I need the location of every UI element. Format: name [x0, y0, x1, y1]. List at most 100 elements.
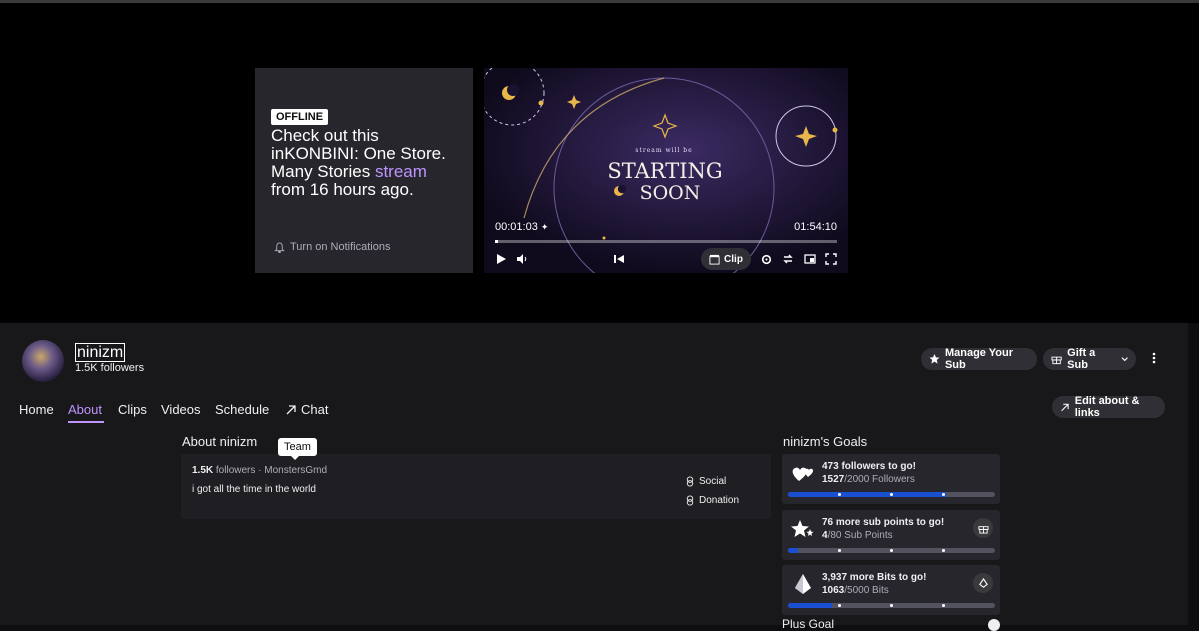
goal-progress-bar — [788, 603, 995, 608]
goal-milestone-dot — [838, 549, 842, 552]
tab-chat[interactable]: Chat — [285, 402, 328, 417]
channel-followers: 1.5K followers — [75, 362, 145, 374]
fullscreen-button[interactable] — [823, 251, 839, 267]
skip-back-icon — [614, 255, 624, 263]
settings-button[interactable] — [758, 251, 774, 267]
goal-progress-text: 1527/2000 Followers — [822, 474, 915, 485]
channel-name[interactable]: ninizm — [75, 343, 126, 362]
about-followers-word: followers — [215, 465, 256, 476]
hearts-icon — [792, 467, 814, 481]
bell-icon — [274, 241, 285, 253]
goal-progress-fill — [788, 603, 832, 608]
volume-button[interactable] — [514, 251, 530, 267]
donation-link-label: Donation — [699, 495, 740, 506]
goal-headline: 3,937 more Bits to go! — [822, 572, 927, 583]
offline-message: Check out this inKONBINI: One Store. Man… — [271, 127, 461, 199]
channel-avatar[interactable] — [22, 340, 64, 382]
theatre-icon — [804, 254, 816, 264]
star-icon — [929, 353, 940, 364]
goal-milestone-dot — [890, 549, 893, 552]
goal-progress-text: 1063/5000 Bits — [822, 585, 889, 596]
gift-sub-label: Gift a Sub — [1067, 347, 1096, 371]
duration-time: 01:54:10 — [794, 221, 837, 233]
bits-gem-icon — [978, 577, 988, 588]
video-player[interactable]: stream will be STARTING SOON 00:01:03 ✦ … — [484, 68, 848, 273]
goal-progress-text: 4/80 Sub Points — [822, 530, 893, 541]
offline-badge: OFFLINE — [271, 109, 329, 125]
theatre-mode-button[interactable] — [802, 251, 818, 267]
more-vertical-icon — [1152, 352, 1156, 364]
social-link-label: Social — [699, 476, 727, 487]
thumb-line-1: STARTING — [607, 159, 722, 183]
edit-about-label: Edit about & links — [1074, 395, 1140, 419]
donation-link[interactable]: Donation — [686, 495, 739, 506]
offline-card: OFFLINE Check out this inKONBINI: One St… — [255, 68, 473, 273]
goal-progress-fill — [788, 548, 799, 553]
team-tooltip: Team — [278, 438, 317, 460]
gift-icon — [1051, 356, 1062, 365]
tab-videos[interactable]: Videos — [161, 402, 201, 417]
tab-chat-label: Chat — [301, 402, 329, 417]
tab-about[interactable]: About — [68, 402, 102, 417]
fullscreen-icon — [825, 253, 837, 265]
gift-sub-goal-button[interactable] — [973, 518, 993, 538]
play-button[interactable] — [493, 251, 509, 267]
goal-card-bits: 3,937 more Bits to go! 1063/5000 Bits — [782, 565, 1000, 615]
goal-headline: 76 more sub points to go! — [822, 517, 945, 528]
stars-icon — [791, 520, 814, 537]
link-icon — [686, 495, 694, 506]
goal-milestone-dot — [838, 604, 842, 607]
goals-title: ninizm's Goals — [783, 434, 868, 449]
clapperboard-icon — [709, 254, 720, 265]
goal-milestone-dot — [941, 549, 945, 552]
about-title: About ninizm — [182, 434, 258, 449]
about-stats: 1.5K followers · MonstersGmd — [192, 465, 327, 476]
goal-card-followers: 473 followers to go! 1527/2000 Followers — [782, 454, 1000, 504]
tab-clips[interactable]: Clips — [118, 402, 147, 417]
turn-on-notifications-button[interactable]: Turn on Notifications — [274, 241, 390, 253]
clip-button[interactable]: Clip — [701, 248, 751, 270]
play-icon — [497, 254, 506, 264]
thumb-line-2: SOON — [640, 182, 701, 204]
gift-icon — [977, 525, 989, 534]
about-separator: · — [258, 465, 262, 476]
more-options-button[interactable] — [1146, 350, 1162, 366]
edit-about-button[interactable]: Edit about & links — [1052, 395, 1165, 419]
tab-home[interactable]: Home — [19, 402, 54, 417]
active-tab-indicator — [68, 421, 104, 423]
chevron-down-icon — [1121, 357, 1128, 362]
plus-goal-title: Plus Goal — [782, 617, 835, 631]
goal-progress-bar — [788, 492, 995, 497]
goal-milestone-dot — [890, 604, 893, 607]
offline-message-time: from 16 hours ago. — [271, 180, 414, 199]
goal-card-subs: 76 more sub points to go! 4/80 Sub Point… — [782, 510, 1000, 560]
gift-sub-button[interactable]: Gift a Sub — [1043, 347, 1136, 371]
goal-milestone-dot — [941, 604, 945, 607]
elapsed-time: 00:01:03 ✦ — [495, 221, 549, 233]
about-panel: 1.5K followers · MonstersGmd i got all t… — [181, 454, 771, 519]
about-team-link[interactable]: MonstersGmd — [264, 465, 327, 476]
manage-sub-label: Manage Your Sub — [944, 347, 1014, 371]
external-arrow-icon — [1061, 403, 1069, 411]
mini-player-button[interactable] — [780, 251, 796, 267]
bits-gem-icon — [795, 574, 811, 594]
goal-progress-fill — [788, 492, 947, 497]
thumb-small-text: stream will be — [635, 147, 692, 154]
about-bio: i got all the time in the world — [192, 484, 316, 495]
previous-button[interactable] — [611, 251, 627, 267]
volume-icon — [517, 254, 527, 264]
manage-sub-button[interactable]: Manage Your Sub — [921, 347, 1037, 371]
link-icon — [686, 476, 694, 487]
goal-milestone-dot — [890, 493, 893, 496]
cheer-bits-button[interactable] — [973, 573, 993, 593]
offline-stream-link[interactable]: stream — [375, 162, 427, 181]
goal-headline: 473 followers to go! — [822, 461, 916, 472]
seek-bar-fill — [495, 240, 499, 243]
player-controls: Clip — [484, 248, 848, 270]
tab-schedule[interactable]: Schedule — [215, 402, 269, 417]
social-link[interactable]: Social — [686, 476, 726, 487]
goal-milestone-dot — [941, 493, 945, 496]
seek-bar[interactable] — [495, 240, 837, 243]
plus-goal-info-icon[interactable] — [988, 619, 1000, 631]
goal-progress-bar — [788, 548, 995, 553]
